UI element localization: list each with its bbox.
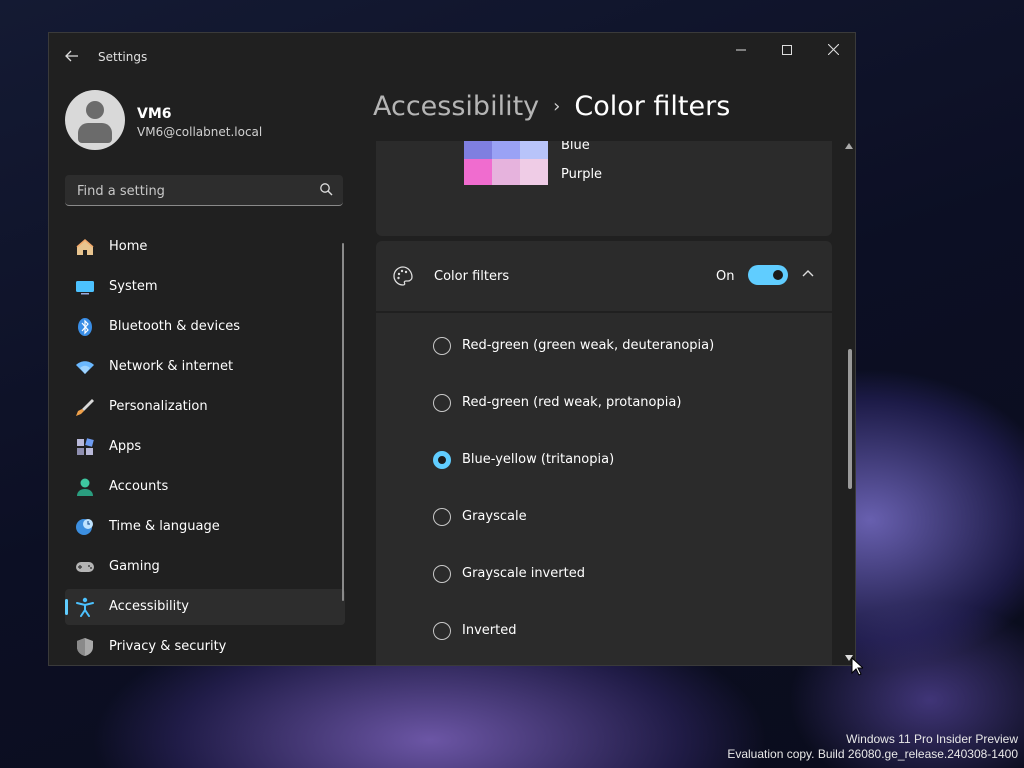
app-title: Settings [98,50,148,64]
globe-clock-icon [76,519,93,535]
accounts-icon [77,478,93,496]
sidebar-item-time-language[interactable]: Time & language [65,509,345,545]
bluetooth-icon [78,318,92,336]
mouse-cursor-icon [851,657,863,676]
apps-icon [77,438,94,455]
maximize-button[interactable] [772,41,802,63]
user-email: VM6@collabnet.local [137,125,263,139]
breadcrumb-parent[interactable]: Accessibility [373,91,539,122]
sidebar-item-privacy-security[interactable]: Privacy & security [65,629,345,665]
page-title: Color filters [574,91,731,122]
shield-icon [77,638,93,656]
sidebar-item-label: Time & language [109,519,220,534]
radio-label: Red-green (red weak, protanopia) [462,395,682,410]
sidebar-item-label: Home [109,239,148,254]
sidebar-item-label: Accounts [109,479,169,494]
scroll-thumb[interactable] [848,349,852,489]
sidebar-item-label: Bluetooth & devices [109,319,240,334]
sidebar-item-home[interactable]: Home [65,229,345,265]
sidebar-item-label: Personalization [109,399,208,414]
radio-button[interactable] [433,394,451,412]
close-icon [827,43,839,56]
sidebar-item-personalization[interactable]: Personalization [65,389,345,425]
preview-label-purple: Purple [561,167,603,182]
swatch-cell [492,141,520,159]
system-icon [76,281,94,295]
radio-button[interactable] [433,565,451,583]
swatch-cell [520,141,548,159]
chevron-up-icon[interactable] [800,265,816,281]
sidebar-item-system[interactable]: System [65,269,345,305]
palette-icon [393,266,413,286]
home-icon [76,239,94,255]
color-swatch-grid [464,141,548,185]
swatch-cell [492,159,520,185]
settings-window: Settings VM6 VM6@collabnet.local Home Sy… [48,32,856,666]
radio-label: Red-green (green weak, deuteranopia) [462,338,715,353]
radio-button[interactable] [433,451,451,469]
radio-label: Blue-yellow (tritanopia) [462,452,615,467]
search-input[interactable] [75,181,309,201]
radio-button[interactable] [433,508,451,526]
title-bar: Settings [49,33,855,83]
maximize-icon [782,45,792,55]
search-box[interactable] [65,175,343,206]
swatch-cell [464,159,492,185]
color-preview-card: Blue Purple [376,141,832,236]
windows-watermark: Windows 11 Pro Insider Preview Evaluatio… [727,732,1018,762]
radio-button[interactable] [433,622,451,640]
color-filters-toggle[interactable] [748,265,788,285]
user-name: VM6 [137,106,172,122]
sidebar-item-label: Gaming [109,559,160,574]
sidebar-item-apps[interactable]: Apps [65,429,345,465]
swatch-cell [464,141,492,159]
wifi-icon [76,361,94,374]
minimize-icon [736,49,746,51]
gamepad-icon [76,562,94,572]
radio-button[interactable] [433,337,451,355]
watermark-line-1: Windows 11 Pro Insider Preview [846,732,1018,746]
sidebar-item-gaming[interactable]: Gaming [65,549,345,585]
minimize-button[interactable] [726,41,756,63]
sidebar-item-accessibility[interactable]: Accessibility [65,589,345,625]
swatch-cell [520,159,548,185]
sidebar-item-accounts[interactable]: Accounts [65,469,345,505]
breadcrumb: Accessibility › Color filters [373,91,730,122]
sidebar-item-label: Network & internet [109,359,234,374]
avatar [65,90,125,150]
radio-label: Grayscale inverted [462,566,585,581]
watermark-line-2: Evaluation copy. Build 26080.ge_release.… [727,747,1018,761]
color-filters-title: Color filters [434,269,510,284]
scroll-up-arrow-icon[interactable] [845,143,853,149]
accessibility-icon [76,597,94,617]
breadcrumb-separator: › [553,96,561,117]
sidebar-nav: Home System Bluetooth & devices Network … [65,229,345,665]
back-button[interactable] [63,49,81,67]
sidebar-item-bluetooth[interactable]: Bluetooth & devices [65,309,345,345]
radio-label: Grayscale [462,509,527,524]
sidebar-item-label: System [109,279,158,294]
brush-icon [76,399,94,416]
sidebar-item-label: Accessibility [109,599,189,614]
back-arrow-icon [65,50,78,62]
sidebar-item-label: Privacy & security [109,639,227,654]
filter-options-list: Red-green (green weak, deuteranopia) Red… [376,313,832,665]
preview-label-blue: Blue [561,141,590,153]
selection-indicator [65,599,68,615]
sidebar-item-label: Apps [109,439,142,454]
content-pane: Blue Purple Color filters On Red-green (… [376,141,832,665]
sidebar-item-network[interactable]: Network & internet [65,349,345,385]
search-icon[interactable] [319,182,333,196]
radio-label: Inverted [462,623,517,638]
close-button[interactable] [818,41,848,63]
content-scrollbar[interactable] [845,141,854,665]
toggle-state-label: On [716,269,735,284]
color-filters-header[interactable]: Color filters On [376,241,832,311]
sidebar-scrollbar[interactable] [342,243,344,601]
